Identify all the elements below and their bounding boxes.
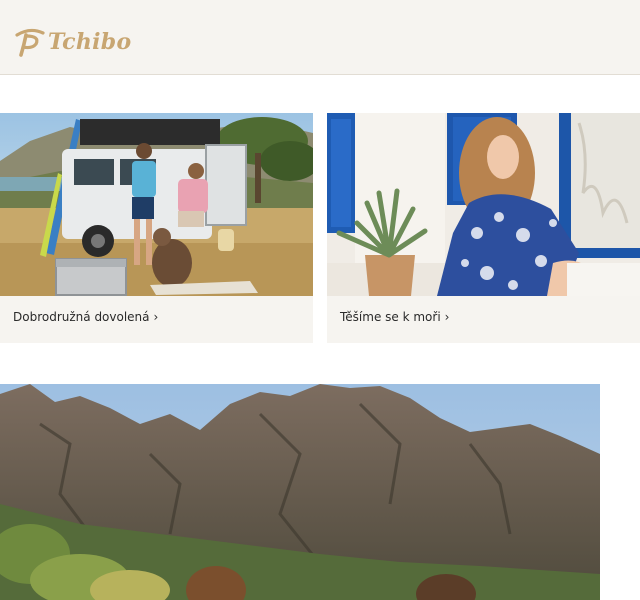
chevron-right-icon: › (444, 310, 450, 324)
sea-link[interactable]: Těšíme se k moři › (340, 310, 449, 324)
chevron-right-icon: › (153, 310, 159, 324)
tchibo-bean-icon (15, 28, 45, 57)
promo-card-adventure[interactable]: Dobrodružná dovolená › (0, 113, 313, 343)
logo-text: Tchibo (48, 29, 132, 55)
adventure-label: Dobrodružná dovolená (13, 310, 150, 324)
adventure-image[interactable] (0, 113, 313, 296)
sea-label: Těšíme se k moři (340, 310, 441, 324)
adventure-link[interactable]: Dobrodružná dovolená › (13, 310, 158, 324)
hero-mountain-image[interactable] (0, 384, 600, 600)
site-header: Tchibo (0, 0, 640, 75)
sea-image[interactable] (327, 113, 640, 296)
promo-card-sea[interactable]: Těšíme se k moři › (327, 113, 640, 343)
tchibo-logo[interactable]: Tchibo (12, 24, 131, 60)
